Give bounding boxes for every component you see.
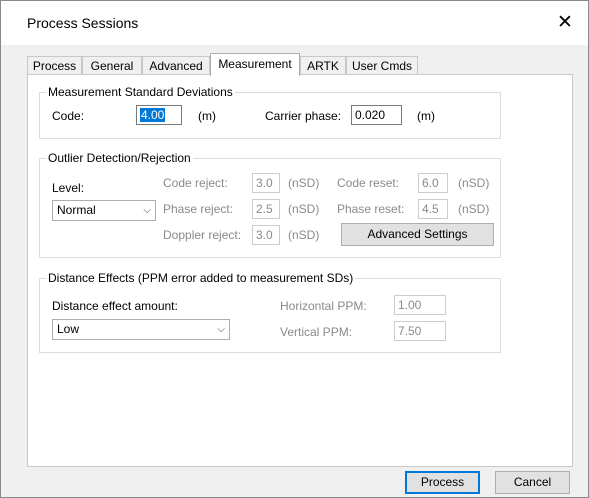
msd-group-title: Measurement Standard Deviations	[46, 85, 235, 99]
carrier-phase-label: Carrier phase:	[265, 109, 342, 123]
phase-reset-field[interactable]: 4.5	[418, 199, 448, 219]
tab-general[interactable]: General	[82, 56, 142, 75]
phase-reject-unit: (nSD)	[288, 202, 320, 216]
doppler-reject-field[interactable]: 3.0	[252, 225, 280, 245]
tab-advanced[interactable]: Advanced	[142, 56, 210, 75]
distance-group: Distance Effects (PPM error added to mea…	[39, 271, 501, 353]
code-reject-field[interactable]: 3.0	[252, 173, 280, 193]
code-reject-label: Code reject:	[163, 176, 228, 190]
tab-artk[interactable]: ARTK	[300, 56, 346, 75]
doppler-reject-unit: (nSD)	[288, 228, 320, 242]
measurement-panel: Measurement Standard Deviations Code: 4.…	[27, 74, 573, 467]
tab-process[interactable]: Process	[27, 56, 82, 75]
process-sessions-dialog: Process Sessions ✕ Process General Advan…	[0, 0, 589, 498]
distance-group-title: Distance Effects (PPM error added to mea…	[46, 271, 356, 285]
outlier-group: Outlier Detection/Rejection Level: Norma…	[39, 151, 501, 258]
distance-amount-combo[interactable]: Low ⌵	[52, 319, 230, 340]
outlier-group-title: Outlier Detection/Rejection	[46, 151, 193, 165]
code-reject-unit: (nSD)	[288, 176, 320, 190]
code-sd-field[interactable]: 4.00	[136, 105, 182, 125]
horizontal-ppm-label: Horizontal PPM:	[280, 299, 367, 313]
chevron-down-icon: ⌵	[143, 205, 151, 216]
carrier-phase-field[interactable]: 0.020	[351, 105, 402, 125]
distance-amount-value: Low	[57, 322, 80, 336]
phase-reject-label: Phase reject:	[163, 202, 234, 216]
phase-reject-field[interactable]: 2.5	[252, 199, 280, 219]
carrier-phase-unit: (m)	[417, 109, 435, 123]
cancel-button[interactable]: Cancel	[495, 471, 570, 494]
code-sd-value: 4.00	[140, 108, 166, 122]
code-reset-label: Code reset:	[337, 176, 400, 190]
code-reset-field[interactable]: 6.0	[418, 173, 448, 193]
code-unit: (m)	[198, 109, 216, 123]
code-label: Code:	[52, 109, 85, 123]
close-icon[interactable]: ✕	[542, 1, 588, 45]
msd-group: Measurement Standard Deviations Code: 4.…	[39, 85, 501, 139]
chevron-down-icon: ⌵	[217, 324, 225, 335]
phase-reset-unit: (nSD)	[458, 202, 490, 216]
level-combo[interactable]: Normal ⌵	[52, 200, 156, 221]
horizontal-ppm-field[interactable]: 1.00	[394, 295, 446, 315]
advanced-settings-button[interactable]: Advanced Settings	[341, 223, 494, 246]
window-title: Process Sessions	[27, 15, 139, 31]
distance-amount-label: Distance effect amount:	[52, 299, 178, 313]
process-button[interactable]: Process	[405, 471, 480, 494]
doppler-reject-label: Doppler reject:	[163, 228, 242, 242]
phase-reset-label: Phase reset:	[337, 202, 405, 216]
tab-measurement[interactable]: Measurement	[210, 53, 300, 76]
vertical-ppm-field[interactable]: 7.50	[394, 321, 446, 341]
level-label: Level:	[52, 181, 85, 195]
vertical-ppm-label: Vertical PPM:	[280, 325, 353, 339]
level-value: Normal	[57, 203, 96, 217]
title-bar: Process Sessions ✕	[1, 1, 588, 45]
code-reset-unit: (nSD)	[458, 176, 490, 190]
tab-user-cmds[interactable]: User Cmds	[346, 56, 418, 75]
